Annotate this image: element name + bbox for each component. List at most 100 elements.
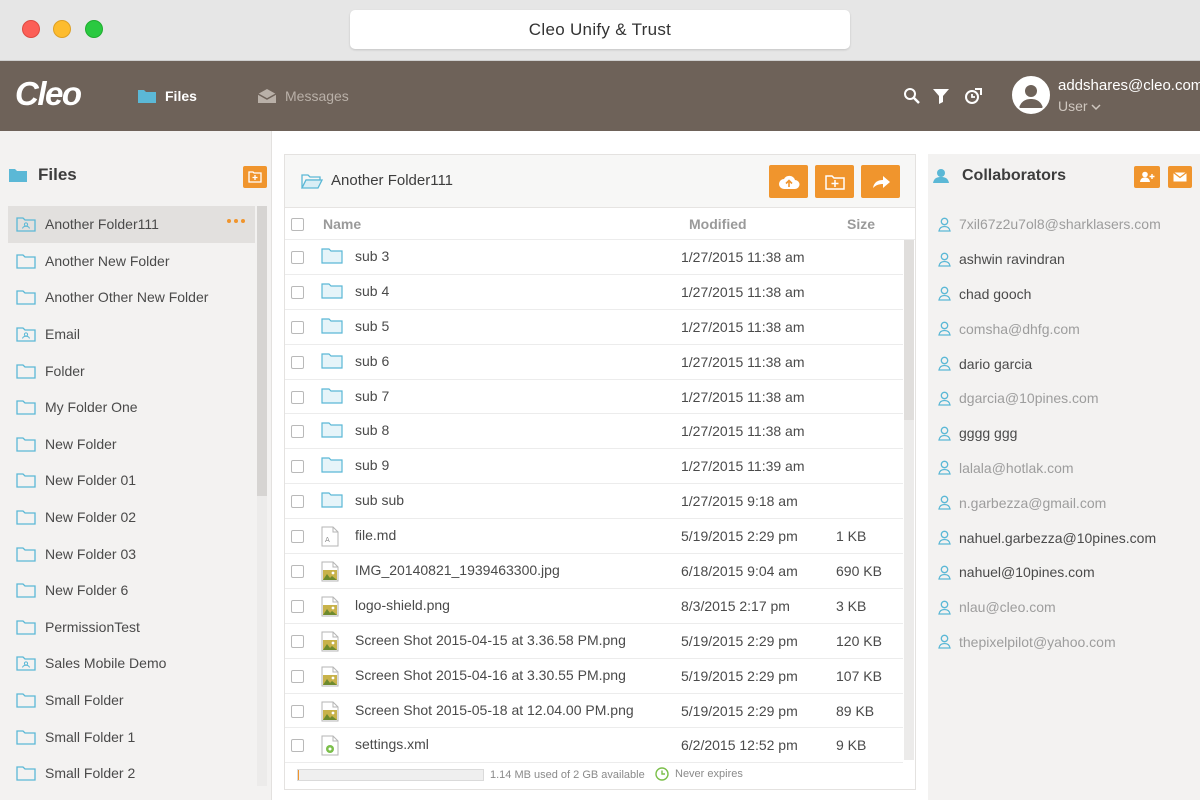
add-collaborator-button[interactable] bbox=[1134, 166, 1160, 188]
file-name[interactable]: logo-shield.png bbox=[355, 597, 450, 613]
minimize-window-button[interactable] bbox=[53, 20, 71, 38]
folder-more-menu[interactable] bbox=[227, 219, 245, 223]
collaborator-item[interactable]: nlau@cleo.com bbox=[938, 590, 1193, 625]
row-checkbox[interactable] bbox=[291, 251, 304, 264]
scrollbar-thumb[interactable] bbox=[257, 206, 267, 496]
file-name[interactable]: sub 6 bbox=[355, 353, 389, 369]
table-row[interactable]: sub 3 1/27/2015 11:38 am bbox=[285, 240, 903, 275]
sidebar-folder-item[interactable]: Sales Mobile Demo bbox=[8, 645, 255, 682]
sidebar-folder-item[interactable]: Another Other New Folder bbox=[8, 279, 255, 316]
cleo-logo[interactable]: Cleo bbox=[15, 75, 82, 113]
upload-button[interactable] bbox=[769, 165, 808, 198]
email-collaborators-button[interactable] bbox=[1168, 166, 1192, 188]
select-all-checkbox[interactable] bbox=[291, 218, 304, 231]
file-name[interactable]: sub 9 bbox=[355, 457, 389, 473]
table-row[interactable]: sub 8 1/27/2015 11:38 am bbox=[285, 414, 903, 450]
new-folder-button[interactable] bbox=[815, 165, 854, 198]
file-name[interactable]: sub sub bbox=[355, 492, 404, 508]
file-name[interactable]: sub 5 bbox=[355, 318, 389, 334]
table-row[interactable]: sub 4 1/27/2015 11:38 am bbox=[285, 275, 903, 310]
file-name[interactable]: file.md bbox=[355, 527, 396, 543]
table-row[interactable]: sub 6 1/27/2015 11:38 am bbox=[285, 345, 903, 380]
file-name[interactable]: sub 8 bbox=[355, 422, 389, 438]
sidebar-folder-item[interactable]: New Folder 02 bbox=[8, 499, 255, 536]
collaborator-item[interactable]: chad gooch bbox=[938, 277, 1193, 312]
row-checkbox[interactable] bbox=[291, 495, 304, 509]
table-row[interactable]: Afile.md 5/19/2015 2:29 pm 1 KB bbox=[285, 519, 903, 555]
sidebar-folder-item[interactable]: New Folder 01 bbox=[8, 462, 255, 499]
file-list-scrollbar[interactable] bbox=[904, 240, 914, 760]
sidebar-folder-item[interactable]: New Folder 6 bbox=[8, 572, 255, 609]
table-row[interactable]: logo-shield.png 8/3/2015 2:17 pm 3 KB bbox=[285, 589, 903, 624]
file-name[interactable]: Screen Shot 2015-05-18 at 12.04.00 PM.pn… bbox=[355, 702, 634, 718]
close-window-button[interactable] bbox=[22, 20, 40, 38]
user-role-dropdown[interactable]: User bbox=[1058, 98, 1101, 114]
row-checkbox[interactable] bbox=[291, 460, 304, 474]
sidebar-folder-item[interactable]: PermissionTest bbox=[8, 609, 255, 646]
sync-icon[interactable] bbox=[963, 86, 983, 106]
row-checkbox[interactable] bbox=[291, 390, 304, 404]
row-checkbox[interactable] bbox=[291, 704, 304, 718]
file-name[interactable]: Screen Shot 2015-04-16 at 3.30.55 PM.png bbox=[355, 667, 626, 683]
collaborator-item[interactable]: n.garbezza@gmail.com bbox=[938, 485, 1193, 520]
file-name[interactable]: sub 7 bbox=[355, 388, 389, 404]
row-checkbox[interactable] bbox=[291, 634, 304, 648]
collaborator-item[interactable]: gggg ggg bbox=[938, 416, 1193, 451]
collaborator-item[interactable]: nahuel.garbezza@10pines.com bbox=[938, 520, 1193, 555]
row-checkbox[interactable] bbox=[291, 669, 304, 683]
file-name[interactable]: IMG_20140821_1939463300.jpg bbox=[355, 562, 560, 578]
file-name[interactable]: sub 3 bbox=[355, 248, 389, 264]
table-row[interactable]: Screen Shot 2015-04-15 at 3.36.58 PM.png… bbox=[285, 624, 903, 659]
column-size[interactable]: Size bbox=[847, 216, 875, 232]
add-folder-button[interactable] bbox=[243, 166, 267, 188]
file-name[interactable]: settings.xml bbox=[355, 736, 429, 752]
table-row[interactable]: Screen Shot 2015-05-18 at 12.04.00 PM.pn… bbox=[285, 694, 903, 729]
table-row[interactable]: IMG_20140821_1939463300.jpg 6/18/2015 9:0… bbox=[285, 554, 903, 589]
collaborator-item[interactable]: 7xil67z2u7ol8@sharklasers.com bbox=[938, 207, 1193, 242]
sidebar-folder-item[interactable]: Folder bbox=[8, 352, 255, 389]
sidebar-folder-item[interactable]: My Folder One bbox=[8, 389, 255, 426]
sidebar-folder-item[interactable]: Small Folder 2 bbox=[8, 755, 255, 792]
user-email[interactable]: addshares@cleo.com bbox=[1058, 77, 1200, 94]
sidebar-scrollbar[interactable] bbox=[257, 206, 267, 786]
file-name[interactable]: sub 4 bbox=[355, 283, 389, 299]
collaborator-item[interactable]: dgarcia@10pines.com bbox=[938, 381, 1193, 416]
row-checkbox[interactable] bbox=[291, 530, 304, 544]
sidebar-folder-item[interactable]: Another Folder111 bbox=[8, 206, 255, 243]
row-checkbox[interactable] bbox=[291, 599, 304, 613]
sidebar-folder-item[interactable]: Small Folder 1 bbox=[8, 718, 255, 755]
nav-messages[interactable]: Messages bbox=[257, 61, 349, 131]
table-row[interactable]: sub 7 1/27/2015 11:38 am bbox=[285, 380, 903, 415]
row-checkbox[interactable] bbox=[291, 425, 304, 439]
search-icon[interactable] bbox=[902, 86, 922, 106]
collaborator-item[interactable]: lalala@hotlak.com bbox=[938, 451, 1193, 486]
filter-icon[interactable] bbox=[931, 86, 951, 106]
sidebar-folder-item[interactable]: New Folder bbox=[8, 426, 255, 463]
zoom-window-button[interactable] bbox=[85, 20, 103, 38]
table-row[interactable]: Screen Shot 2015-04-16 at 3.30.55 PM.png… bbox=[285, 659, 903, 694]
table-row[interactable]: sub 9 1/27/2015 11:39 am bbox=[285, 449, 903, 485]
sidebar-folder-item[interactable]: Small Folder bbox=[8, 682, 255, 719]
table-row[interactable]: sub 5 1/27/2015 11:38 am bbox=[285, 310, 903, 345]
column-modified[interactable]: Modified bbox=[689, 216, 747, 232]
collaborator-item[interactable]: ashwin ravindran bbox=[938, 242, 1193, 277]
table-row[interactable]: sub sub 1/27/2015 9:18 am bbox=[285, 484, 903, 520]
avatar[interactable] bbox=[1012, 76, 1050, 114]
row-checkbox[interactable] bbox=[291, 285, 304, 299]
collaborator-item[interactable]: dario garcia bbox=[938, 346, 1193, 381]
collaborator-item[interactable]: nahuel@10pines.com bbox=[938, 555, 1193, 590]
collaborator-item[interactable]: thepixelpilot@yahoo.com bbox=[938, 625, 1193, 660]
file-name[interactable]: Screen Shot 2015-04-15 at 3.36.58 PM.png bbox=[355, 632, 626, 648]
row-checkbox[interactable] bbox=[291, 739, 304, 753]
scrollbar-thumb[interactable] bbox=[904, 240, 914, 420]
collaborator-item[interactable]: comsha@dhfg.com bbox=[938, 311, 1193, 346]
sidebar-folder-item[interactable]: Another New Folder bbox=[8, 243, 255, 280]
sidebar-folder-item[interactable]: Email bbox=[8, 316, 255, 353]
row-checkbox[interactable] bbox=[291, 355, 304, 369]
row-checkbox[interactable] bbox=[291, 565, 304, 579]
share-button[interactable] bbox=[861, 165, 900, 198]
row-checkbox[interactable] bbox=[291, 320, 304, 334]
sidebar-folder-item[interactable]: New Folder 03 bbox=[8, 535, 255, 572]
table-row[interactable]: settings.xml 6/2/2015 12:52 pm 9 KB bbox=[285, 728, 903, 764]
nav-files[interactable]: Files bbox=[137, 61, 197, 131]
